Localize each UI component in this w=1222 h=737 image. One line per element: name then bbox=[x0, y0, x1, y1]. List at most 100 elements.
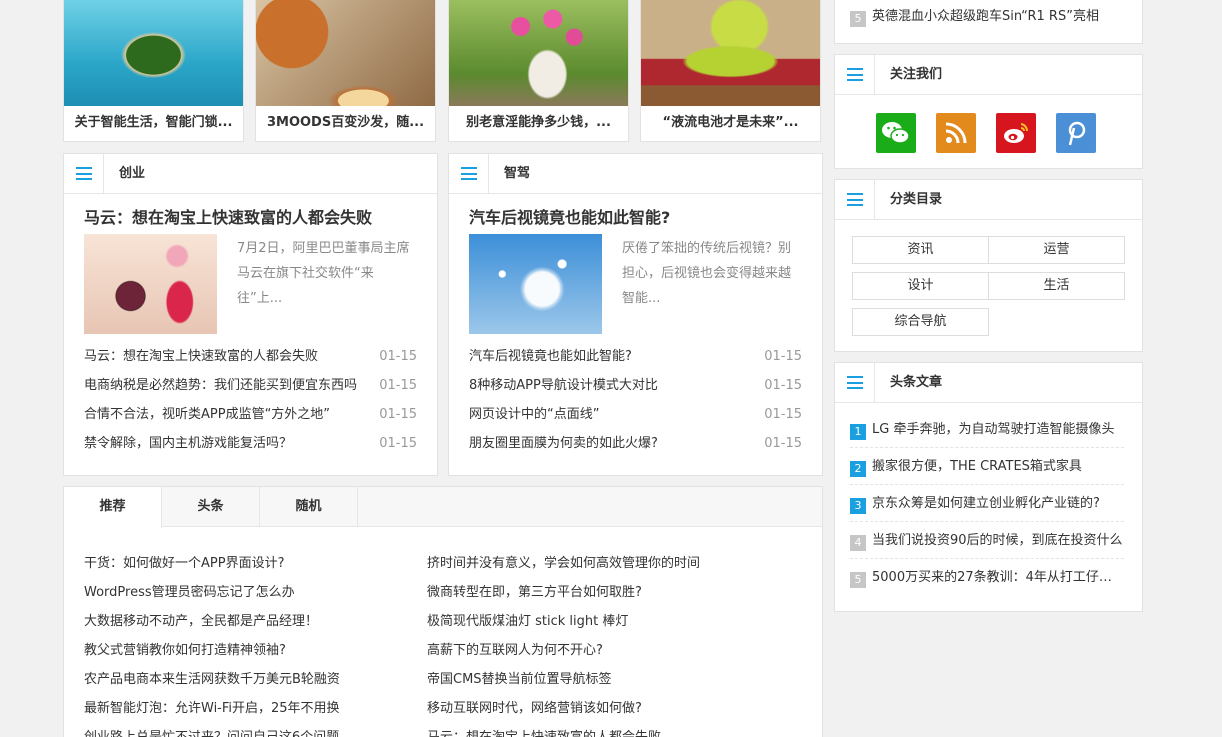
category-button[interactable]: 运营 bbox=[988, 236, 1125, 264]
thumb-caption[interactable]: 3MOODS百变沙发，随... bbox=[256, 106, 435, 141]
list-item[interactable]: 4 当我们说投资90后的时候，到底在投资什么 bbox=[850, 522, 1124, 559]
list-item-title[interactable]: 当我们说投资90后的时候，到底在投资什么 bbox=[872, 533, 1123, 548]
list-item[interactable]: 5 5000万买来的27条教训：4年从打工仔到CEO bbox=[850, 559, 1124, 596]
thumb-image-heart-island[interactable] bbox=[64, 0, 243, 106]
headline-list: 1 LG 牵手奔驰，为自动驾驶打造智能摄像头 2 搬家很方便，THE CRATES箱… bbox=[850, 411, 1124, 596]
panel-header: 头条文章 bbox=[835, 363, 1142, 403]
rank-badge: 5 bbox=[850, 11, 866, 27]
tab-random[interactable]: 随机 bbox=[260, 487, 358, 527]
feature-title[interactable]: 马云：想在淘宝上快速致富的人都会失败 bbox=[84, 204, 372, 228]
list-item[interactable]: 电商纳税是必然趋势：我们还能买到便宜东西吗 01-15 bbox=[84, 371, 417, 400]
list-item-title[interactable]: LG 牵手奔驰，为自动驾驶打造智能摄像头 bbox=[872, 422, 1114, 437]
list-item-title[interactable]: 合情不合法，视听类APP成监管“方外之地” bbox=[84, 400, 359, 429]
category-directory-box: 分类目录 资讯 运营 设计 生活 综合导航 bbox=[834, 179, 1143, 352]
list-item-title[interactable]: 8种移动APP导航设计模式大对比 bbox=[469, 371, 744, 400]
list-item-title[interactable]: 禁令解除，国内主机游戏能复活吗？ bbox=[84, 429, 359, 458]
list-item[interactable]: 农产品电商本来生活网获数千万美元B轮融资 bbox=[84, 665, 340, 694]
list-item[interactable]: 教父式营销教你如何打造精神领袖? bbox=[84, 636, 340, 665]
list-item[interactable]: 高薪下的互联网人为何不开心? bbox=[427, 636, 700, 665]
list-item[interactable]: 微商转型在即，第三方平台如何取胜? bbox=[427, 578, 700, 607]
list-item-title[interactable]: 汽车后视镜竟也能如此智能? bbox=[469, 342, 744, 371]
list-item-title[interactable]: 京东众筹是如何建立创业孵化产业链的? bbox=[872, 496, 1100, 511]
thumb-image-green-cup[interactable] bbox=[641, 0, 820, 106]
panel-header: 关注我们 bbox=[835, 55, 1142, 95]
list-item-title[interactable]: 5000万买来的27条教训：4年从打工仔到CEO bbox=[872, 570, 1124, 585]
article-list-right: 挤时间并没有意义，学会如何高效管理你的时间 微商转型在即，第三方平台如何取胜? … bbox=[427, 549, 700, 737]
list-item[interactable]: 5 英德混血小众超级跑车Sin“R1 RS”亮相 bbox=[850, 3, 1130, 31]
category-button[interactable]: 设计 bbox=[852, 272, 989, 300]
list-item[interactable]: 移动互联网时代，网络营销该如何做? bbox=[427, 694, 700, 723]
feature-excerpt: 厌倦了笨拙的传统后视镜？别担心，后视镜也会变得越来越智能... bbox=[622, 241, 792, 306]
list-item[interactable]: 创业路上总是忙不过来？问问自己这6个问题 bbox=[84, 723, 340, 737]
list-item[interactable]: 3 京东众筹是如何建立创业孵化产业链的? bbox=[850, 485, 1124, 522]
weibo-icon[interactable] bbox=[996, 113, 1036, 153]
thumb-caption[interactable]: 关于智能生活，智能门锁... bbox=[64, 106, 243, 141]
list-item[interactable]: 1 LG 牵手奔驰，为自动驾驶打造智能摄像头 bbox=[850, 411, 1124, 448]
thumb-card[interactable]: “液流电池才是未来”... bbox=[640, 0, 821, 142]
headline-articles-box: 头条文章 1 LG 牵手奔驰，为自动驾驶打造智能摄像头 2 搬家很方便，THE CR… bbox=[834, 362, 1143, 612]
thumb-caption[interactable]: “液流电池才是未来”... bbox=[641, 106, 820, 141]
panel-title: 创业 bbox=[119, 166, 146, 181]
list-item[interactable]: 干货：如何做好一个APP界面设计? bbox=[84, 549, 340, 578]
list-item[interactable]: 马云：想在淘宝上快速致富的人都会失败 bbox=[427, 723, 700, 737]
feature-image-dandelion[interactable] bbox=[469, 234, 602, 334]
category-button[interactable]: 综合导航 bbox=[852, 308, 989, 336]
news-list: 汽车后视镜竟也能如此智能? 01-15 8种移动APP导航设计模式大对比 01-15… bbox=[469, 342, 802, 458]
category-button[interactable]: 生活 bbox=[988, 272, 1125, 300]
tab-recommend[interactable]: 推荐 bbox=[64, 487, 162, 528]
list-item-date: 01-15 bbox=[379, 407, 417, 422]
list-item[interactable]: 马云：想在淘宝上快速致富的人都会失败 01-15 bbox=[84, 342, 417, 371]
thumb-card[interactable]: 3MOODS百变沙发，随... bbox=[255, 0, 436, 142]
tab-bar: 推荐 头条 随机 bbox=[64, 487, 822, 528]
feature-image-clock-vase[interactable] bbox=[84, 234, 217, 334]
thumb-card[interactable]: 关于智能生活，智能门锁... bbox=[63, 0, 244, 142]
list-item[interactable]: 朋友圈里面膜为何卖的如此火爆? 01-15 bbox=[469, 429, 802, 458]
panel-header: 创业 bbox=[64, 154, 437, 194]
feature-title[interactable]: 汽车后视镜竟也能如此智能? bbox=[469, 204, 670, 228]
list-item-title[interactable]: 朋友圈里面膜为何卖的如此火爆? bbox=[469, 429, 744, 458]
list-item[interactable]: 帝国CMS替换当前位置导航标签 bbox=[427, 665, 700, 694]
pinterest-icon[interactable] bbox=[1056, 113, 1096, 153]
rank-badge: 3 bbox=[850, 498, 866, 514]
list-item-title[interactable]: 电商纳税是必然趋势：我们还能买到便宜东西吗 bbox=[84, 371, 359, 400]
list-item-date: 01-15 bbox=[379, 436, 417, 451]
list-item[interactable]: 汽车后视镜竟也能如此智能? 01-15 bbox=[469, 342, 802, 371]
rank-badge: 5 bbox=[850, 572, 866, 588]
list-item-title[interactable]: 英德混血小众超级跑车Sin“R1 RS”亮相 bbox=[872, 9, 1099, 24]
panel-header: 分类目录 bbox=[835, 180, 1142, 220]
list-item[interactable]: 8种移动APP导航设计模式大对比 01-15 bbox=[469, 371, 802, 400]
list-item[interactable]: 挤时间并没有意义，学会如何高效管理你的时间 bbox=[427, 549, 700, 578]
list-item-date: 01-15 bbox=[764, 436, 802, 451]
list-item[interactable]: WordPress管理员密码忘记了怎么办 bbox=[84, 578, 340, 607]
list-item[interactable]: 2 搬家很方便，THE CRATES箱式家具 bbox=[850, 448, 1124, 485]
thumb-card[interactable]: 别老意淫能挣多少钱，... bbox=[448, 0, 629, 142]
category-button[interactable]: 资讯 bbox=[852, 236, 989, 264]
category-panel-zhijia: 智驾 汽车后视镜竟也能如此智能? 厌倦了笨拙的传统后视镜？别担心，后视镜也会变得… bbox=[448, 153, 823, 476]
thumb-image-pink-flowers[interactable] bbox=[449, 0, 628, 106]
list-item-title[interactable]: 网页设计中的“点面线” bbox=[469, 400, 744, 429]
thumb-caption[interactable]: 别老意淫能挣多少钱，... bbox=[449, 106, 628, 141]
list-item[interactable]: 禁令解除，国内主机游戏能复活吗？ 01-15 bbox=[84, 429, 417, 458]
panel-header: 智驾 bbox=[449, 154, 822, 194]
panel-title: 关注我们 bbox=[890, 67, 943, 82]
menu-icon bbox=[449, 154, 489, 193]
list-item[interactable]: 最新智能灯泡：允许Wi-Fi开启，25年不用换 bbox=[84, 694, 340, 723]
list-item[interactable]: 极简现代版煤油灯 stick light 棒灯 bbox=[427, 607, 700, 636]
list-item[interactable]: 网页设计中的“点面线” 01-15 bbox=[469, 400, 802, 429]
list-item-title[interactable]: 马云：想在淘宝上快速致富的人都会失败 bbox=[84, 342, 359, 371]
menu-icon bbox=[64, 154, 104, 193]
list-item[interactable]: 合情不合法，视听类APP成监管“方外之地” 01-15 bbox=[84, 400, 417, 429]
news-list: 马云：想在淘宝上快速致富的人都会失败 01-15 电商纳税是必然趋势：我们还能买到… bbox=[84, 342, 417, 458]
rank-badge: 2 bbox=[850, 461, 866, 477]
menu-icon bbox=[835, 55, 875, 94]
list-item-title[interactable]: 搬家很方便，THE CRATES箱式家具 bbox=[872, 459, 1082, 474]
list-item-date: 01-15 bbox=[764, 349, 802, 364]
menu-icon bbox=[835, 363, 875, 402]
list-item[interactable]: 大数据移动不动产，全民都是产品经理！ bbox=[84, 607, 340, 636]
tab-headline[interactable]: 头条 bbox=[162, 487, 260, 527]
wechat-icon[interactable] bbox=[876, 113, 916, 153]
list-item-date: 01-15 bbox=[764, 407, 802, 422]
sidebar-top-list: 5 英德混血小众超级跑车Sin“R1 RS”亮相 bbox=[834, 0, 1143, 44]
thumb-image-coffee-pot[interactable] bbox=[256, 0, 435, 106]
rss-icon[interactable] bbox=[936, 113, 976, 153]
